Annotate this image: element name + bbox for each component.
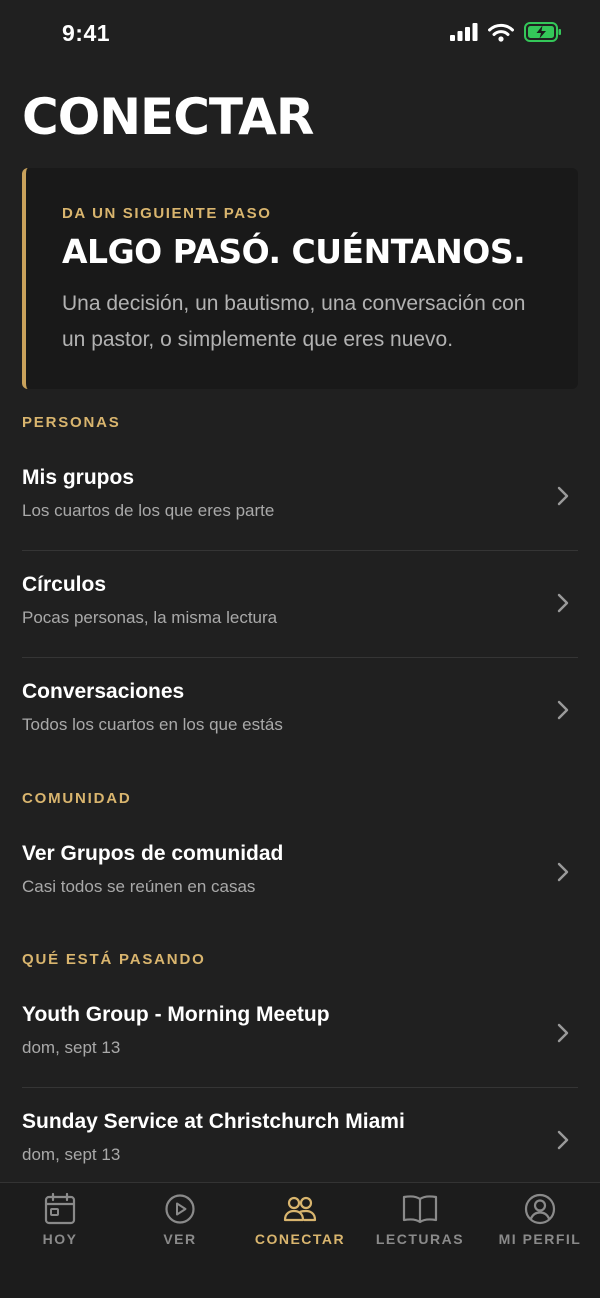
- next-step-card[interactable]: DA UN SIGUIENTE PASO ALGO PASÓ. CUÉNTANO…: [22, 168, 578, 389]
- list-item-subtitle: Los cuartos de los que eres parte: [22, 501, 275, 520]
- list-item-mis-grupos[interactable]: Mis grupos Los cuartos de los que eres p…: [22, 444, 578, 551]
- list-item-title: Conversaciones: [22, 680, 185, 703]
- wifi-icon: [488, 23, 514, 42]
- list-item-grupos-comunidad[interactable]: Ver Grupos de comunidad Casi todos se re…: [22, 820, 578, 927]
- section-header-personas: PERSONAS: [22, 414, 121, 431]
- list-item-subtitle: Todos los cuartos en los que estás: [22, 715, 283, 734]
- list-item-subtitle: Pocas personas, la misma lectura: [22, 608, 278, 627]
- page-title: CONECTAR: [22, 88, 314, 146]
- tab-ver[interactable]: VER: [120, 1183, 240, 1263]
- status-bar: 9:41: [0, 0, 600, 70]
- cellular-signal-icon: [450, 23, 478, 41]
- tab-bar: HOY VER CONECTAR LECTURAS MI PERFIL: [0, 1182, 600, 1298]
- calendar-icon: [44, 1193, 76, 1225]
- cta-title: ALGO PASÓ. CUÉNTANOS.: [62, 232, 526, 271]
- section-header-comunidad: COMUNIDAD: [22, 790, 132, 807]
- app-screen: 9:41 CONECTAR DA UN SIGUIENTE PASO ALGO …: [0, 0, 600, 1298]
- tab-label: MI PERFIL: [498, 1231, 582, 1247]
- tab-label: HOY: [42, 1231, 78, 1247]
- status-time: 9:41: [62, 20, 111, 46]
- chevron-right-icon: [557, 1130, 569, 1150]
- list-item-title: Ver Grupos de comunidad: [22, 842, 284, 865]
- chevron-right-icon: [557, 593, 569, 613]
- event-item-youth-group[interactable]: Youth Group - Morning Meetup dom, sept 1…: [22, 981, 578, 1088]
- section-header-pasando: QUÉ ESTÁ PASANDO: [22, 951, 206, 968]
- people-icon: [283, 1196, 317, 1222]
- list-item-title: Mis grupos: [22, 466, 135, 489]
- tab-label: LECTURAS: [375, 1231, 465, 1247]
- chevron-right-icon: [557, 1023, 569, 1043]
- chevron-right-icon: [557, 700, 569, 720]
- event-title: Youth Group - Morning Meetup: [22, 1003, 330, 1026]
- cta-body: Una decisión, un bautismo, una conversac…: [62, 292, 526, 351]
- list-item-title: Círculos: [22, 573, 107, 596]
- tab-label: CONECTAR: [254, 1231, 346, 1247]
- battery-charging-icon: [524, 22, 561, 42]
- event-date: dom, sept 13: [22, 1038, 121, 1057]
- cta-eyebrow: DA UN SIGUIENTE PASO: [62, 205, 272, 222]
- tab-label: VER: [163, 1231, 197, 1247]
- tab-lecturas[interactable]: LECTURAS: [360, 1183, 480, 1263]
- tab-mi-perfil[interactable]: MI PERFIL: [480, 1183, 600, 1263]
- tab-hoy[interactable]: HOY: [0, 1183, 120, 1263]
- status-icons: [450, 22, 562, 42]
- list-item-circulos[interactable]: Círculos Pocas personas, la misma lectur…: [22, 551, 578, 658]
- event-title: Sunday Service at Christchurch Miami: [22, 1110, 405, 1133]
- profile-icon: [524, 1193, 556, 1225]
- list-item-conversaciones[interactable]: Conversaciones Todos los cuartos en los …: [22, 658, 578, 765]
- chevron-right-icon: [557, 486, 569, 506]
- book-icon: [402, 1195, 438, 1224]
- event-date: dom, sept 13: [22, 1145, 121, 1164]
- event-item-sunday-service[interactable]: Sunday Service at Christchurch Miami dom…: [22, 1088, 578, 1195]
- play-circle-icon: [165, 1194, 195, 1224]
- tab-conectar[interactable]: CONECTAR: [240, 1183, 360, 1263]
- list-item-subtitle: Casi todos se reúnen en casas: [22, 877, 256, 896]
- chevron-right-icon: [557, 862, 569, 882]
